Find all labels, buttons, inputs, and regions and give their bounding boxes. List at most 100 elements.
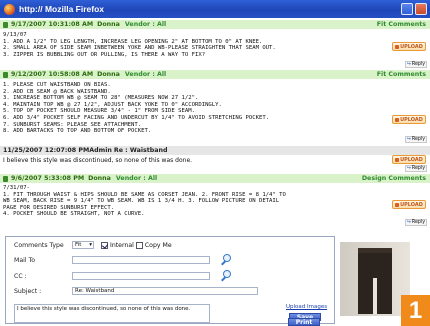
close-button[interactable] [415,3,427,15]
comment-body: I believe this style was discontinued, s… [3,157,193,164]
comments-type-row: Comments Type Fit ▾ Internal Copy Me [6,241,334,249]
comment-body: 7/31/07- 1. FIT THROUGH WAIST & HIPS SHO… [3,185,333,218]
comment-line: 1. PLEASE CUT WAISTBAND ON BIAS. [3,82,111,88]
search-icon[interactable] [220,254,232,266]
upload-button[interactable]: UPLOAD [392,115,426,124]
reply-button[interactable]: ↪ Reply [405,165,427,172]
upload-button[interactable]: UPLOAD [392,200,426,209]
comment-datetime: 9/12/2007 10:58:08 AM [11,71,94,78]
window-titlebar: http:// Mozilla Firefox [0,0,430,18]
comment-line: 4. MAINTAIN TOP WB @ 27 1/2", ADJUST BAC… [3,101,222,108]
subject-input[interactable]: Re: Waistband [72,287,258,295]
comment-line: 1. FIT THROUGH WAIST & HIPS SHOULD BE SA… [3,191,286,198]
comment-line: 3. ZIPPER IS BUBBLING OUT OR PULLING, IS… [3,51,206,58]
comment-line: 7/31/07- [3,185,30,191]
reply-button[interactable]: ↪ Reply [405,61,427,68]
comment-author: Donna [97,21,120,28]
comment-section: Fit Comments [376,71,426,78]
step-badge: 1 [401,295,430,326]
comment-line: 3. INCREASE BOTTOM WB @ SEAM TO 28" (MEA… [3,95,199,102]
page-content: 9/17/2007 10:31:08 AM Donna Vendor : All… [0,18,430,326]
comment-datetime: 11/25/2007 12:07:08 PM [3,147,90,154]
upload-icon [395,117,400,122]
comment-line: 4. POCKET SHOULD BE STRAIGHT, NOT A CURV… [3,211,145,218]
upload-icon [395,44,400,49]
comment-body: 9/13/07 1. ADD A 1/2" TO LEG LENGTH, INC… [3,32,333,58]
comment-pin-icon [3,175,8,182]
comment-author: Donna [88,175,111,182]
upload-icon [395,202,400,207]
chevron-down-icon: ▾ [89,242,92,248]
comment-section: Fit Comments [376,21,426,28]
cc-row: CC : [6,270,334,282]
comment-datetime: 9/17/2007 10:31:08 AM [11,21,94,28]
cc-label: CC : [14,272,27,280]
comment-datetime: 9/6/2007 5:33:08 PM [11,175,85,182]
comments-type-label: Comments Type [14,241,64,249]
cc-input[interactable] [72,272,210,280]
message-textarea[interactable]: I believe this style was discontinued, s… [14,304,210,323]
upload-label: UPLOAD [400,201,423,208]
comment-vendor: Vendor : All [124,21,167,28]
comment-vendor: Vendor : All [124,71,167,78]
comment-line: 7. SUNBURST SEAMS: PLEASE SEE ATTACHMENT… [3,121,142,128]
reply-arrow-icon: ↪ [406,62,411,67]
window-controls [401,3,427,15]
reply-label: Reply [411,62,426,67]
comment-pin-icon [3,71,8,78]
comment-line: WB SEAM, BACK RISE = 9 1/4" TO WB SEAM. … [3,198,280,205]
attachment-photo[interactable] [340,242,410,316]
print-button[interactable]: Print [288,318,320,326]
upload-label: UPLOAD [400,116,423,123]
comment-line: 9/13/07 [3,32,27,38]
comment-section: Re : Waistband [113,147,168,154]
mail-to-row: Mail To [6,254,334,266]
search-icon[interactable] [220,270,232,282]
upload-label: UPLOAD [400,43,423,50]
internal-checkbox[interactable] [101,241,108,249]
mail-to-input[interactable] [72,256,210,264]
comments-type-value: Fit [75,242,82,248]
reply-form: Comments Type Fit ▾ Internal Copy Me Mai… [5,236,335,324]
comment-header: 9/12/2007 10:58:08 AM Donna Vendor : All… [0,70,430,79]
upload-label: UPLOAD [400,156,423,163]
reply-label: Reply [411,137,426,142]
copy-me-checkbox[interactable] [135,241,143,249]
upload-icon [395,157,400,162]
comment-author: Donna [97,71,120,78]
upload-images-link[interactable]: Upload Images [286,304,327,310]
firefox-icon [4,3,15,15]
copy-me-label: Copy Me [144,241,172,249]
comment-header: 9/17/2007 10:31:08 AM Donna Vendor : All… [0,20,430,29]
comment-line: PAGE FOR DESIRED SUNBURST EFFECT. [3,204,115,211]
comment-line: 2. SMALL AREA OF SIDE SEAM INBETWEEN YOK… [3,45,276,52]
subject-row: Subject : Re: Waistband [6,287,334,295]
reply-button[interactable]: ↪ Reply [405,219,427,226]
reply-label: Reply [411,166,426,171]
reply-arrow-icon: ↪ [406,166,411,171]
subject-label: Subject : [14,287,42,295]
comment-body: 1. PLEASE CUT WAISTBAND ON BIAS. 2. ADD … [3,82,333,135]
internal-label: Internal [110,241,134,249]
window-title: http:// Mozilla Firefox [19,4,104,14]
comment-header: 9/6/2007 5:33:08 PM Donna Vendor : All D… [0,174,430,183]
mail-to-label: Mail To [14,256,36,264]
comment-line: 6. ADD 3/4" POCKET SELF FACING AND UNDER… [3,114,270,121]
comment-line: 1. ADD A 1/2" TO LEG LENGTH, INCREASE LE… [3,38,263,45]
reply-arrow-icon: ↪ [406,137,411,142]
comment-line: 8. ADD BARTACKS TO TOP AND BOTTOM OF POC… [3,128,152,135]
upload-button[interactable]: UPLOAD [392,42,426,51]
reply-label: Reply [411,220,426,225]
comments-type-select[interactable]: Fit ▾ [72,241,94,249]
comment-section: Design Comments [361,175,426,182]
reply-button[interactable]: ↪ Reply [405,136,427,143]
minimize-button[interactable] [401,3,413,15]
comment-line: 5. TOP OF POCKET SHOULD MEASURE 3/4" - 1… [3,108,195,115]
reply-arrow-icon: ↪ [406,220,411,225]
comment-header: 11/25/2007 12:07:08 PM Admin Re : Waistb… [0,146,430,155]
comment-line: 2. ADD CB SEAM @ BACK WAISTBAND. [3,88,111,95]
upload-button[interactable]: UPLOAD [392,155,426,164]
comment-vendor: Vendor : All [115,175,158,182]
comment-pin-icon [3,21,8,28]
comment-author: Admin [89,147,112,154]
